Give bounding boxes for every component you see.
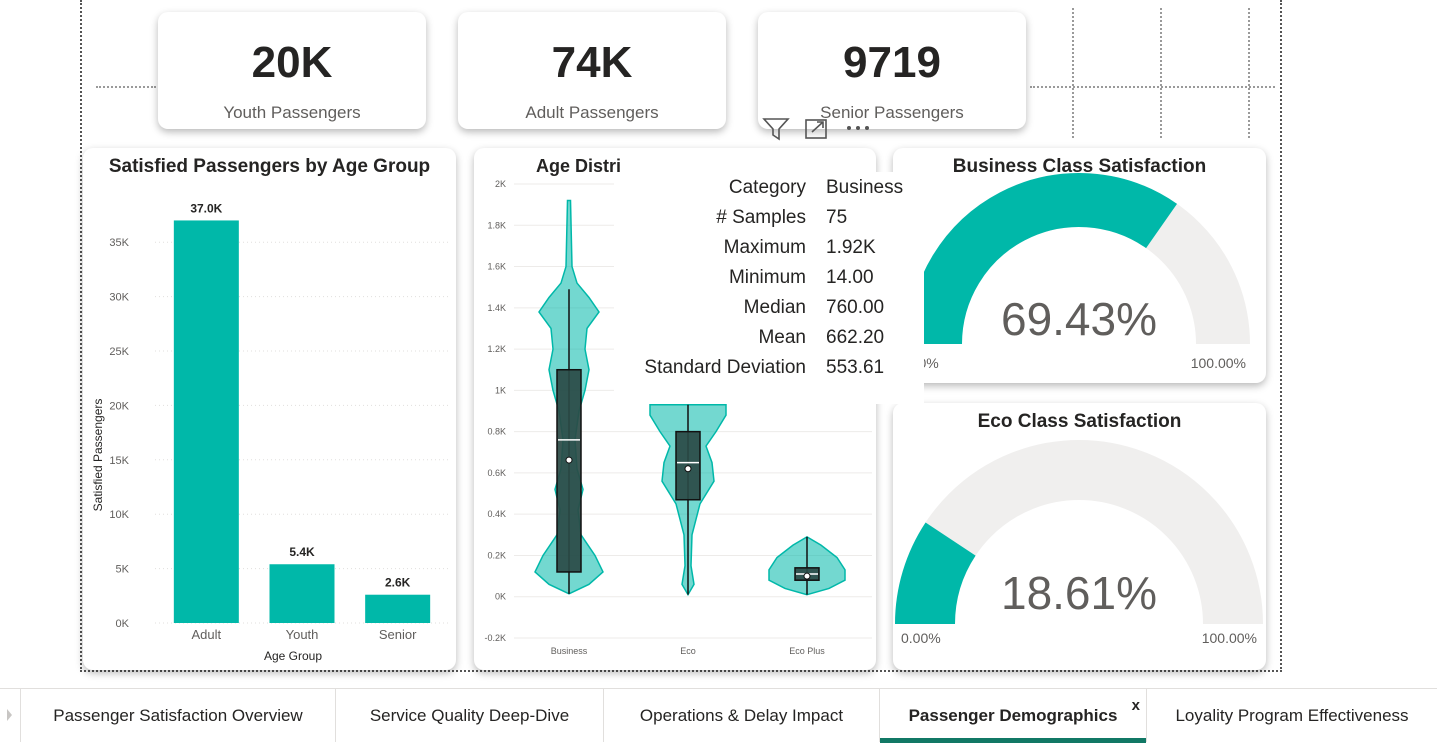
y-tick-label: 10K bbox=[109, 509, 129, 521]
y-tick-label: 1.6K bbox=[487, 262, 506, 272]
tab-scroll-left-button[interactable] bbox=[0, 689, 21, 742]
data-tooltip: Category Business # Samples 75 Maximum 1.92… bbox=[614, 172, 924, 404]
tab-label: Passenger Satisfaction Overview bbox=[53, 706, 303, 725]
business-gauge: 69.43% 0.00% 100.00% bbox=[899, 173, 1250, 371]
y-tick-label: 0K bbox=[116, 618, 130, 630]
kpi-label: Adult Passengers bbox=[525, 103, 659, 122]
tooltip-value: 662.20 bbox=[826, 327, 885, 348]
kpi-label: Youth Passengers bbox=[223, 103, 361, 122]
tab-service-quality-deep-dive[interactable]: Service Quality Deep-Dive bbox=[336, 689, 604, 742]
y-tick-label: 25K bbox=[109, 346, 129, 358]
kpi-value: 74K bbox=[551, 38, 633, 87]
y-tick-label: 20K bbox=[109, 400, 129, 412]
tab-passenger-demographics[interactable]: Passenger Demographics x bbox=[880, 689, 1147, 743]
y-tick-label: 0.2K bbox=[487, 550, 506, 560]
tooltip-value: Business bbox=[826, 177, 904, 198]
tab-passenger-satisfaction-overview[interactable]: Passenger Satisfaction Overview bbox=[21, 689, 336, 742]
grid-guide bbox=[96, 86, 156, 88]
bar bbox=[365, 594, 431, 623]
y-tick-label: 2K bbox=[495, 179, 506, 189]
x-tick-label: Eco bbox=[680, 646, 696, 656]
x-tick-label: Eco Plus bbox=[789, 646, 825, 656]
tab-label: Loyality Program Effectiveness bbox=[1175, 706, 1409, 725]
gauge-card-business[interactable]: Business Class Satisfaction 69.43% 0.00%… bbox=[893, 148, 1266, 383]
tooltip-key: Median bbox=[743, 297, 806, 318]
tooltip-key: # Samples bbox=[716, 207, 806, 228]
tab-operations-delay-impact[interactable]: Operations & Delay Impact bbox=[604, 689, 880, 742]
x-tick-label: Youth bbox=[286, 627, 319, 642]
kpi-value: 9719 bbox=[843, 38, 941, 87]
y-tick-label: 0K bbox=[495, 592, 506, 602]
tooltip-value: 75 bbox=[826, 207, 848, 228]
bar-chart: Satisfied Passengers Age Group 0K 5K 10K 15… bbox=[91, 201, 451, 663]
y-tick-label: 0.6K bbox=[487, 468, 506, 478]
grid-guide bbox=[1160, 8, 1162, 138]
gauge-max-label: 100.00% bbox=[1191, 355, 1246, 371]
bar-chart-card[interactable]: Satisfied Passengers by Age Group Satisf… bbox=[83, 148, 456, 670]
x-tick-label: Adult bbox=[192, 627, 222, 642]
gauge-value: 18.61% bbox=[1001, 567, 1157, 619]
filter-icon[interactable] bbox=[762, 118, 790, 141]
tooltip-key: Mean bbox=[758, 327, 806, 348]
y-tick-label: 1.8K bbox=[487, 220, 506, 230]
gauge-min-label: 0.00% bbox=[901, 630, 941, 646]
gauge-value: 69.43% bbox=[1001, 293, 1157, 345]
y-tick-label: 0.8K bbox=[487, 427, 506, 437]
x-tick-label: Business bbox=[551, 646, 588, 656]
box bbox=[556, 368, 582, 573]
tooltip-value: 760.00 bbox=[826, 297, 885, 318]
grid-guide bbox=[1072, 8, 1074, 138]
data-label: 37.0K bbox=[190, 201, 222, 215]
kpi-card-adult[interactable]: 74K Adult Passengers bbox=[458, 12, 726, 129]
y-tick-label: 35K bbox=[109, 237, 129, 249]
tab-label: Operations & Delay Impact bbox=[639, 706, 844, 725]
gauge-card-eco[interactable]: Eco Class Satisfaction 18.61% 0.00% 100.… bbox=[893, 403, 1266, 670]
y-tick-label: 1.2K bbox=[487, 344, 506, 354]
kpi-card-senior[interactable]: 9719 Senior Passengers bbox=[758, 12, 1026, 129]
page-tab-bar: Passenger Satisfaction Overview Service … bbox=[0, 688, 1437, 743]
y-tick-label: 30K bbox=[109, 292, 129, 304]
more-options-icon[interactable] bbox=[847, 126, 869, 130]
kpi-card-youth[interactable]: 20K Youth Passengers bbox=[158, 12, 426, 129]
data-label: 2.6K bbox=[385, 576, 411, 590]
tooltip-key: Category bbox=[728, 177, 806, 198]
close-tab-button[interactable]: x bbox=[1132, 679, 1140, 733]
tooltip-key: Maximum bbox=[723, 237, 806, 258]
y-tick-label: 15K bbox=[109, 455, 129, 467]
eco-gauge: 18.61% 0.00% 100.00% bbox=[895, 440, 1263, 646]
tab-loyality-program-effectiveness[interactable]: Loyality Program Effectiveness bbox=[1147, 689, 1437, 742]
gauge-fill bbox=[895, 522, 977, 625]
gauge-max-label: 100.00% bbox=[1202, 630, 1257, 646]
focus-mode-icon[interactable] bbox=[805, 119, 827, 139]
y-axis-title: Satisfied Passengers bbox=[91, 399, 105, 512]
grid-guide bbox=[1248, 8, 1250, 138]
tooltip-key: Standard Deviation bbox=[644, 357, 806, 378]
bar bbox=[173, 220, 239, 623]
mean-marker bbox=[684, 465, 692, 473]
tab-label: Passenger Demographics bbox=[908, 706, 1118, 725]
tooltip-key: Minimum bbox=[728, 267, 806, 288]
y-tick-label: 1K bbox=[495, 385, 506, 395]
active-tab-indicator bbox=[880, 738, 1146, 743]
chevron-left-icon bbox=[7, 709, 12, 721]
y-tick-label: 0.4K bbox=[487, 509, 506, 519]
tab-label: Service Quality Deep-Dive bbox=[369, 706, 570, 725]
visual-header-toolbar bbox=[760, 116, 878, 142]
bar bbox=[269, 564, 335, 623]
kpi-value: 20K bbox=[251, 38, 333, 87]
x-tick-label: Senior bbox=[379, 627, 417, 642]
y-tick-label: 5K bbox=[116, 564, 130, 576]
data-label: 5.4K bbox=[289, 545, 315, 559]
y-tick-label: -0.2K bbox=[484, 633, 506, 643]
tooltip-value: 14.00 bbox=[826, 267, 874, 288]
mean-marker bbox=[803, 572, 811, 580]
tooltip-value: 553.61 bbox=[826, 357, 885, 378]
tooltip-value: 1.92K bbox=[826, 237, 876, 258]
mean-marker bbox=[565, 456, 573, 464]
y-tick-label: 1.4K bbox=[487, 303, 506, 313]
grid-guide bbox=[1030, 86, 1275, 88]
x-axis-title: Age Group bbox=[264, 649, 322, 663]
